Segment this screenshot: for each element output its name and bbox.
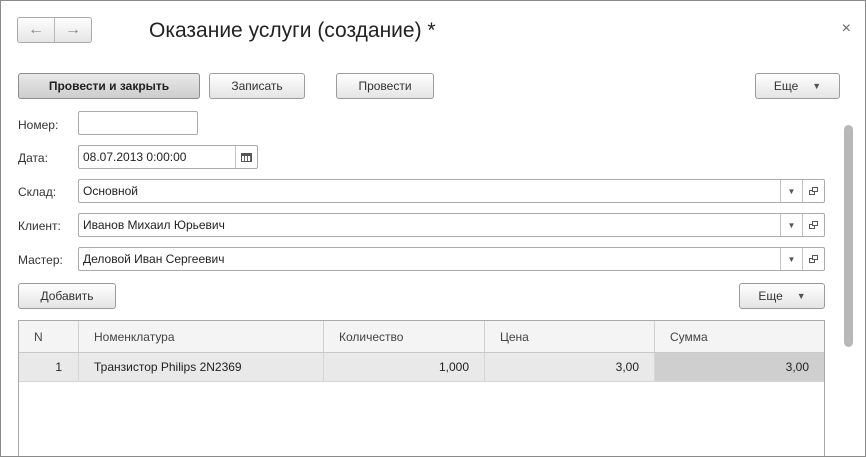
open-form-icon (808, 186, 819, 196)
warehouse-value: Основной (83, 184, 139, 198)
number-label: Номер: (18, 118, 59, 132)
calendar-button[interactable] (235, 146, 257, 168)
cell-n: 1 (19, 353, 79, 381)
client-open-button[interactable] (802, 214, 824, 236)
calendar-icon (241, 152, 252, 162)
post-and-close-button[interactable]: Провести и закрыть (18, 73, 200, 99)
chevron-down-icon: ▼ (796, 291, 806, 301)
window-title: Оказание услуги (создание) * (149, 19, 436, 42)
open-form-icon (808, 220, 819, 230)
client-dropdown-button[interactable]: ▼ (780, 214, 802, 236)
warehouse-open-button[interactable] (802, 180, 824, 202)
navigation-buttons: ← → (17, 17, 92, 43)
number-field[interactable] (78, 111, 198, 135)
client-value: Иванов Михаил Юрьевич (83, 218, 225, 232)
more-menu-button[interactable]: Еще ▼ (755, 73, 840, 99)
table-more-menu-button[interactable]: Еще ▼ (739, 283, 825, 309)
master-open-button[interactable] (802, 248, 824, 270)
warehouse-field[interactable]: Основной ▼ (78, 179, 825, 203)
services-table: N Номенклатура Количество Цена Сумма 1 Т… (18, 320, 825, 456)
master-dropdown-button[interactable]: ▼ (780, 248, 802, 270)
table-more-menu-label: Еще (758, 289, 783, 303)
chevron-down-icon: ▼ (787, 186, 796, 196)
cell-nomenclature: Транзистор Philips 2N2369 (79, 353, 324, 381)
chevron-down-icon: ▼ (787, 220, 796, 230)
column-header-quantity[interactable]: Количество (324, 321, 485, 352)
column-header-nomenclature[interactable]: Номенклатура (79, 321, 324, 352)
open-form-icon (808, 254, 819, 264)
more-menu-label: Еще (773, 79, 799, 93)
warehouse-dropdown-button[interactable]: ▼ (780, 180, 802, 202)
save-button[interactable]: Записать (209, 73, 305, 99)
client-label: Клиент: (18, 219, 61, 233)
cell-sum: 3,00 (655, 353, 824, 381)
client-field[interactable]: Иванов Михаил Юрьевич ▼ (78, 213, 825, 237)
date-label: Дата: (18, 151, 48, 165)
master-value: Деловой Иван Сергеевич (83, 252, 225, 266)
forward-arrow-icon[interactable]: → (54, 18, 91, 42)
table-row[interactable]: 1 Транзистор Philips 2N2369 1,000 3,00 3… (19, 353, 824, 382)
column-header-sum[interactable]: Сумма (655, 321, 824, 352)
master-label: Мастер: (18, 253, 63, 267)
chevron-down-icon: ▼ (812, 81, 822, 91)
post-button[interactable]: Провести (336, 73, 434, 99)
column-header-price[interactable]: Цена (485, 321, 655, 352)
add-row-button[interactable]: Добавить (18, 283, 116, 309)
document-window: ← → Оказание услуги (создание) * × Прове… (0, 0, 866, 457)
column-header-n[interactable]: N (19, 321, 79, 352)
cell-price: 3,00 (485, 353, 655, 381)
warehouse-label: Склад: (18, 185, 57, 199)
vertical-scrollbar[interactable] (844, 125, 853, 347)
close-icon[interactable]: × (842, 21, 851, 37)
date-field[interactable]: 08.07.2013 0:00:00 (78, 145, 258, 169)
chevron-down-icon: ▼ (787, 254, 796, 264)
table-header: N Номенклатура Количество Цена Сумма (19, 321, 824, 353)
date-value: 08.07.2013 0:00:00 (83, 150, 187, 164)
master-field[interactable]: Деловой Иван Сергеевич ▼ (78, 247, 825, 271)
back-arrow-icon[interactable]: ← (18, 18, 54, 42)
cell-quantity: 1,000 (324, 353, 485, 381)
